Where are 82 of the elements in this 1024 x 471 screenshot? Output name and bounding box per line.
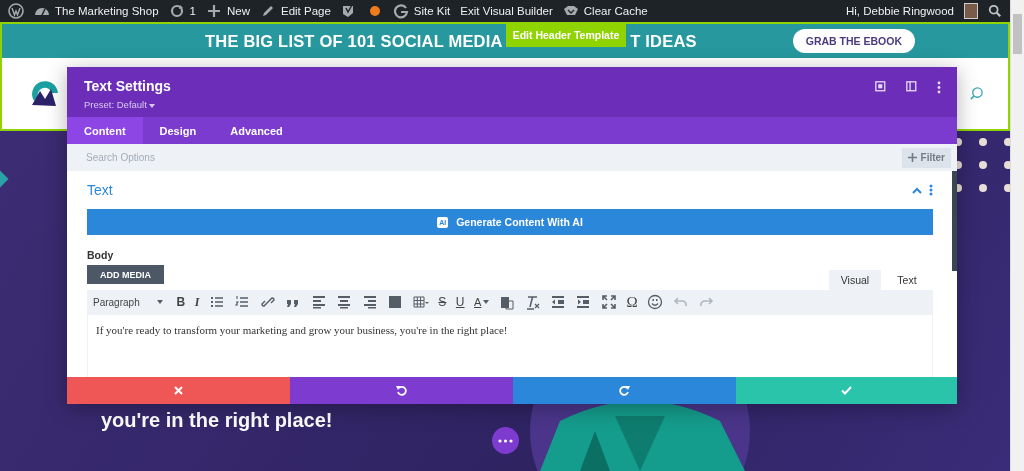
fullscreen-button[interactable] [600, 294, 617, 310]
search-icon [988, 4, 1002, 18]
justify-icon [387, 294, 404, 310]
promo-text: T IDEAS [630, 31, 697, 51]
settings-tab[interactable]: Design [142, 117, 214, 144]
undo-icon [396, 385, 407, 396]
justify-button[interactable] [387, 294, 404, 310]
outdent-button[interactable] [549, 294, 566, 310]
text-color-button[interactable]: A [474, 296, 490, 308]
table-button[interactable] [412, 294, 429, 310]
check-icon [841, 386, 852, 395]
clipboard-icon [498, 294, 515, 310]
italic-button[interactable]: I [194, 294, 200, 310]
bold-button[interactable]: B [176, 295, 186, 309]
link-button[interactable] [259, 294, 276, 310]
add-media-button[interactable]: ADD MEDIA [87, 265, 164, 284]
align-left-icon [310, 294, 327, 310]
g-icon [392, 3, 409, 19]
settings-tab[interactable]: Content [67, 117, 143, 144]
aligncenter-button[interactable] [336, 294, 353, 310]
paragraph-dropdown[interactable]: Paragraph [93, 296, 163, 308]
promo-text: THE BIG LIST OF 101 SOCIAL MEDIA [205, 31, 503, 51]
settings-tab[interactable]: Advanced [213, 117, 300, 144]
scrollbar[interactable] [1010, 0, 1024, 471]
preset-dropdown[interactable]: Preset: Default [84, 99, 171, 110]
search-field[interactable]: Search Options [84, 151, 388, 164]
table-icon [412, 294, 429, 310]
link-icon [259, 294, 276, 310]
greeting[interactable]: Hi, Debbie Ringwood [845, 5, 954, 17]
indent-icon [575, 294, 592, 310]
caret-icon [157, 300, 163, 304]
alignleft-button[interactable] [310, 294, 327, 310]
kebab-menu-icon[interactable] [937, 81, 941, 94]
numbered-button[interactable] [234, 294, 251, 310]
refresh-icon [168, 3, 185, 19]
indent-button[interactable] [575, 294, 592, 310]
kebab-menu-icon[interactable] [929, 184, 933, 196]
caret-icon [149, 104, 156, 108]
field-label: Body [87, 249, 115, 261]
emoji-button[interactable] [647, 294, 664, 310]
search-icon [969, 86, 984, 101]
alignright-button[interactable] [361, 294, 378, 310]
wordpress-logo-icon [8, 3, 24, 19]
smiley-icon [647, 294, 664, 310]
admin-bar-link[interactable]: 1 [189, 5, 196, 17]
admin-bar-link[interactable]: The Marketing Shop [55, 5, 159, 17]
fullscreen-icon [600, 294, 617, 310]
redo-icon [619, 385, 630, 396]
admin-bar-link[interactable]: Edit Page [281, 5, 331, 17]
grab-ebook-button[interactable]: GRAB THE EBOOK [792, 29, 915, 53]
strikethrough-button[interactable]: S [438, 295, 447, 309]
clear-format-icon [524, 294, 541, 310]
admin-bar-link[interactable]: Site Kit [413, 5, 451, 17]
admin-bar-link[interactable]: Clear Cache [583, 5, 648, 17]
bullets-button[interactable] [208, 294, 225, 310]
pencil-icon [260, 3, 276, 19]
expand-icon [875, 81, 888, 94]
chevron-up-icon[interactable] [912, 186, 922, 194]
plus-icon [907, 153, 917, 162]
more-icon [498, 438, 513, 443]
caret-icon [483, 300, 490, 304]
hero-heading: you're in the right place! [101, 409, 333, 432]
admin-bar-link[interactable]: Exit Visual Builder [460, 5, 553, 17]
close-icon [174, 386, 183, 395]
scrollbar[interactable] [952, 171, 957, 271]
bulleted-list-icon [208, 294, 225, 310]
align-right-icon [361, 294, 378, 310]
admin-bar-link[interactable]: New [226, 5, 250, 17]
avatar[interactable] [964, 3, 978, 19]
paste-button[interactable] [498, 294, 515, 310]
editor-tab[interactable]: Visual [829, 270, 881, 290]
align-center-icon [336, 294, 353, 310]
special-character-button[interactable]: Ω [626, 293, 638, 311]
clear-button[interactable] [524, 294, 541, 310]
numbered-list-icon [234, 294, 251, 310]
split-view-icon [906, 81, 919, 94]
outdent-icon [549, 294, 566, 310]
section-title[interactable]: Text [87, 182, 113, 198]
underline-button[interactable]: U [455, 295, 465, 309]
plus-icon [205, 3, 222, 19]
more-button[interactable] [492, 427, 519, 454]
modal-title: Text Settings [84, 78, 171, 94]
